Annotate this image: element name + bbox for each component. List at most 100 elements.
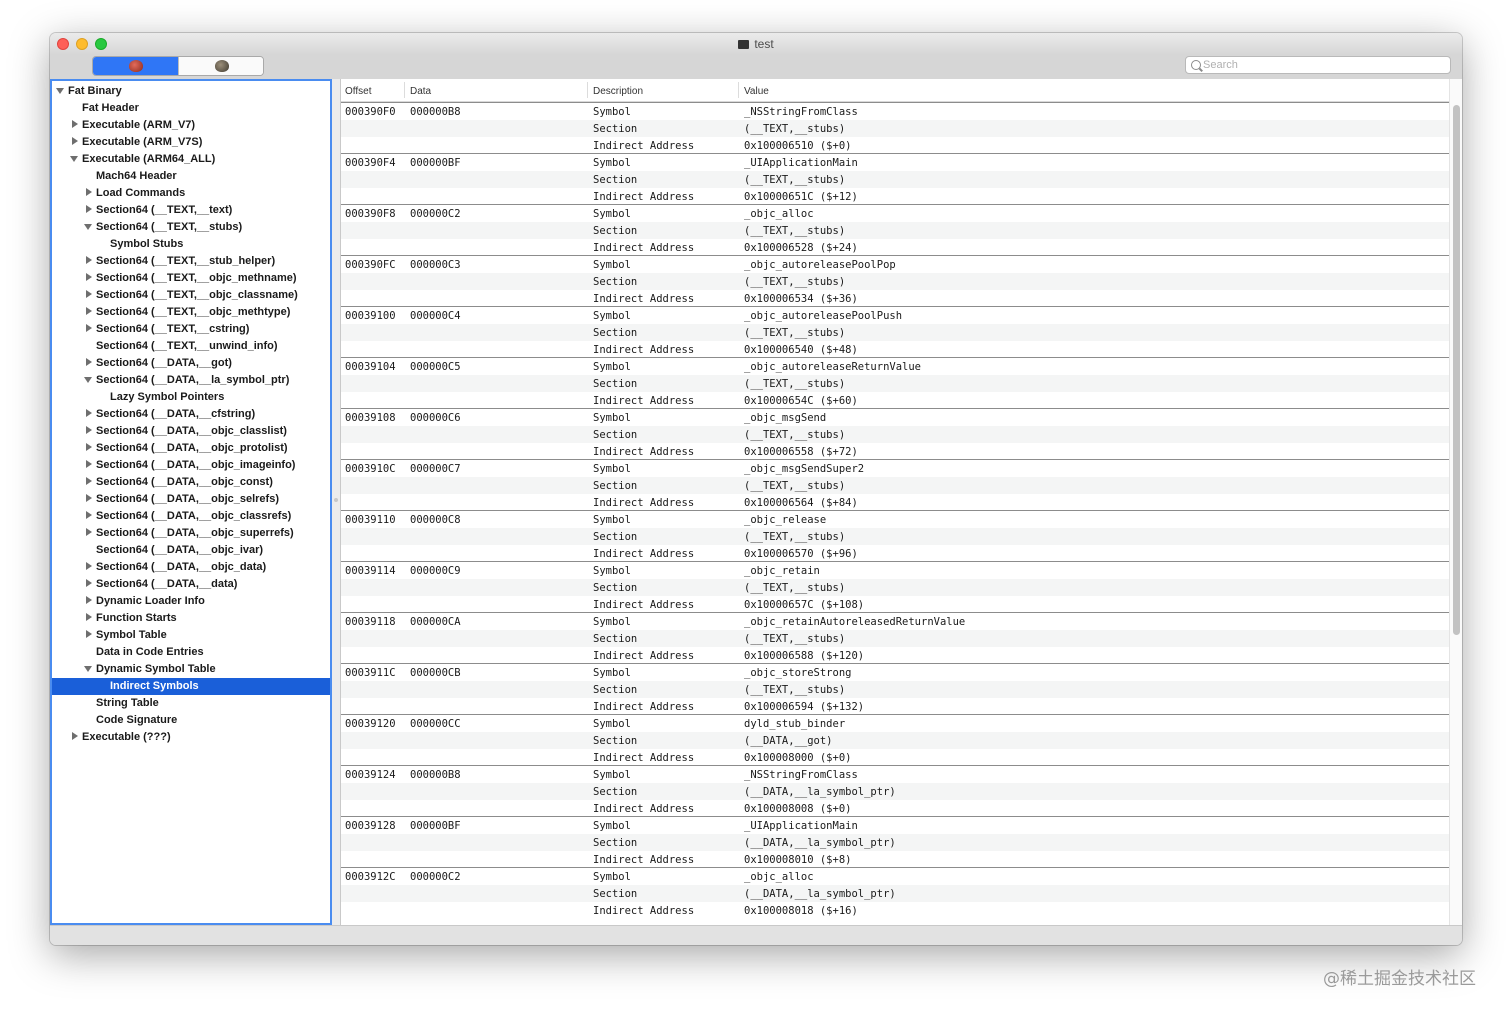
disclosure-closed-icon[interactable] bbox=[86, 324, 92, 332]
table-row[interactable]: Indirect Address 0x100006558 ($+72) bbox=[341, 443, 1449, 460]
disclosure-closed-icon[interactable] bbox=[86, 579, 92, 587]
table-row[interactable]: Indirect Address 0x10000651C ($+12) bbox=[341, 188, 1449, 205]
disclosure-open-icon[interactable] bbox=[84, 666, 92, 672]
disclosure-closed-icon[interactable] bbox=[86, 511, 92, 519]
tree-item[interactable]: Section64 (__DATA,__objc_data) bbox=[52, 559, 330, 576]
scrollbar-thumb[interactable] bbox=[1453, 105, 1460, 635]
disclosure-closed-icon[interactable] bbox=[86, 596, 92, 604]
tree-item[interactable]: Section64 (__TEXT,__text) bbox=[52, 202, 330, 219]
table-row[interactable]: 0003911C 000000CB Symbol _objc_storeStrong bbox=[341, 664, 1449, 681]
disclosure-closed-icon[interactable] bbox=[72, 120, 78, 128]
tree-item[interactable]: Lazy Symbol Pointers bbox=[52, 389, 330, 406]
disclosure-closed-icon[interactable] bbox=[86, 426, 92, 434]
table-row-group[interactable]: 00039128 000000BF Symbol _UIApplicationMain… bbox=[341, 816, 1449, 867]
detail-table[interactable]: Offset Data Description Value 000390F0 00… bbox=[340, 79, 1450, 925]
table-row[interactable]: 000390F4 000000BF Symbol _UIApplicationMain bbox=[341, 154, 1449, 171]
disclosure-closed-icon[interactable] bbox=[86, 358, 92, 366]
table-row-group[interactable]: 00039114 000000C9 Symbol _objc_retain Sectio… bbox=[341, 561, 1449, 612]
table-row[interactable]: Indirect Address 0x10000657C ($+108) bbox=[341, 596, 1449, 613]
tree-item[interactable]: Section64 (__TEXT,__objc_methname) bbox=[52, 270, 330, 287]
tree-item[interactable]: Section64 (__DATA,__cfstring) bbox=[52, 406, 330, 423]
disclosure-open-icon[interactable] bbox=[84, 377, 92, 383]
segment-rva[interactable] bbox=[178, 57, 263, 75]
disclosure-closed-icon[interactable] bbox=[72, 732, 78, 740]
tree-item[interactable]: String Table bbox=[52, 695, 330, 712]
table-row[interactable]: 00039124 000000B8 Symbol _NSStringFromClass bbox=[341, 766, 1449, 783]
table-row-group[interactable]: 0003910C 000000C7 Symbol _objc_msgSendSuper… bbox=[341, 459, 1449, 510]
table-row[interactable]: Section (__TEXT,__stubs) bbox=[341, 273, 1449, 290]
tree-item[interactable]: Section64 (__DATA,__objc_superrefs) bbox=[52, 525, 330, 542]
tree-item[interactable]: Data in Code Entries bbox=[52, 644, 330, 661]
disclosure-open-icon[interactable] bbox=[70, 156, 78, 162]
table-row-group[interactable]: 00039124 000000B8 Symbol _NSStringFromClass… bbox=[341, 765, 1449, 816]
table-row[interactable]: Section (__DATA,__la_symbol_ptr) bbox=[341, 885, 1449, 902]
tree-item[interactable]: Executable (ARM64_ALL) bbox=[52, 151, 330, 168]
tree-item[interactable]: Section64 (__TEXT,__stubs) bbox=[52, 219, 330, 236]
table-row[interactable]: Section (__TEXT,__stubs) bbox=[341, 222, 1449, 239]
table-row-group[interactable]: 00039104 000000C5 Symbol _objc_autoreleaseR… bbox=[341, 357, 1449, 408]
table-row[interactable]: Indirect Address 0x100008000 ($+0) bbox=[341, 749, 1449, 766]
tree-item[interactable]: Section64 (__TEXT,__unwind_info) bbox=[52, 338, 330, 355]
table-row[interactable]: 000390F0 000000B8 Symbol _NSStringFromClass bbox=[341, 103, 1449, 120]
search-field[interactable] bbox=[1185, 56, 1451, 74]
table-row[interactable]: Indirect Address 0x100006540 ($+48) bbox=[341, 341, 1449, 358]
table-row-group[interactable]: 00039118 000000CA Symbol _objc_retainAutore… bbox=[341, 612, 1449, 663]
tree-item[interactable]: Section64 (__TEXT,__objc_classname) bbox=[52, 287, 330, 304]
tree-item[interactable]: Section64 (__DATA,__objc_selrefs) bbox=[52, 491, 330, 508]
table-row[interactable]: Section (__TEXT,__stubs) bbox=[341, 681, 1449, 698]
disclosure-closed-icon[interactable] bbox=[86, 477, 92, 485]
disclosure-closed-icon[interactable] bbox=[86, 256, 92, 264]
outline-sidebar[interactable]: Fat Binary Fat Header Executable (ARM_V7) E… bbox=[50, 79, 332, 925]
search-input[interactable] bbox=[1203, 57, 1443, 73]
column-separator[interactable] bbox=[404, 82, 405, 98]
segment-raw[interactable] bbox=[93, 57, 178, 75]
table-row[interactable]: 000390FC 000000C3 Symbol _objc_autoreleaseP… bbox=[341, 256, 1449, 273]
disclosure-closed-icon[interactable] bbox=[86, 613, 92, 621]
disclosure-closed-icon[interactable] bbox=[86, 443, 92, 451]
table-row[interactable]: Indirect Address 0x100006528 ($+24) bbox=[341, 239, 1449, 256]
table-row-group[interactable]: 000390F4 000000BF Symbol _UIApplicationMain… bbox=[341, 153, 1449, 204]
table-row[interactable]: Indirect Address 0x100008010 ($+8) bbox=[341, 851, 1449, 868]
table-row[interactable]: Section (__TEXT,__stubs) bbox=[341, 630, 1449, 647]
table-row[interactable]: Section (__TEXT,__stubs) bbox=[341, 579, 1449, 596]
tree-item[interactable]: Section64 (__DATA,__objc_ivar) bbox=[52, 542, 330, 559]
table-row[interactable]: 00039110 000000C8 Symbol _objc_release bbox=[341, 511, 1449, 528]
tree-item[interactable]: Function Starts bbox=[52, 610, 330, 627]
tree-item[interactable]: Section64 (__TEXT,__stub_helper) bbox=[52, 253, 330, 270]
disclosure-closed-icon[interactable] bbox=[86, 290, 92, 298]
split-view-divider[interactable] bbox=[332, 79, 340, 925]
tree-item[interactable]: Section64 (__TEXT,__objc_methtype) bbox=[52, 304, 330, 321]
tree-item[interactable]: Section64 (__DATA,__objc_classlist) bbox=[52, 423, 330, 440]
tree-item[interactable]: Indirect Symbols bbox=[52, 678, 330, 695]
disclosure-closed-icon[interactable] bbox=[86, 528, 92, 536]
table-row[interactable]: 000390F8 000000C2 Symbol _objc_alloc bbox=[341, 205, 1449, 222]
tree-item[interactable]: Section64 (__DATA,__objc_const) bbox=[52, 474, 330, 491]
tree-item[interactable]: Symbol Stubs bbox=[52, 236, 330, 253]
table-row[interactable]: 00039128 000000BF Symbol _UIApplicationMain bbox=[341, 817, 1449, 834]
table-row-group[interactable]: 000390F0 000000B8 Symbol _NSStringFromClass… bbox=[341, 102, 1449, 153]
tree-item[interactable]: Executable (ARM_V7S) bbox=[52, 134, 330, 151]
column-header-value[interactable]: Value bbox=[744, 86, 769, 97]
disclosure-open-icon[interactable] bbox=[56, 88, 64, 94]
tree-item[interactable]: Executable (ARM_V7) bbox=[52, 117, 330, 134]
table-row-group[interactable]: 00039120 000000CC Symbol dyld_stub_binder Se… bbox=[341, 714, 1449, 765]
table-row[interactable]: Section (__DATA,__got) bbox=[341, 732, 1449, 749]
table-row[interactable]: Indirect Address 0x100006564 ($+84) bbox=[341, 494, 1449, 511]
column-header-description[interactable]: Description bbox=[593, 86, 643, 97]
disclosure-closed-icon[interactable] bbox=[86, 205, 92, 213]
table-row-group[interactable]: 000390F8 000000C2 Symbol _objc_alloc Section… bbox=[341, 204, 1449, 255]
disclosure-closed-icon[interactable] bbox=[86, 188, 92, 196]
tree-item[interactable]: Dynamic Symbol Table bbox=[52, 661, 330, 678]
table-row-group[interactable]: 00039100 000000C4 Symbol _objc_autoreleaseP… bbox=[341, 306, 1449, 357]
column-separator[interactable] bbox=[587, 82, 588, 98]
table-row[interactable]: Section (__DATA,__la_symbol_ptr) bbox=[341, 834, 1449, 851]
tree-item[interactable]: Fat Header bbox=[52, 100, 330, 117]
column-separator[interactable] bbox=[738, 82, 739, 98]
disclosure-closed-icon[interactable] bbox=[86, 409, 92, 417]
table-row[interactable]: Indirect Address 0x100006510 ($+0) bbox=[341, 137, 1449, 154]
view-mode-segmented-control[interactable] bbox=[92, 56, 264, 76]
table-row[interactable]: Section (__TEXT,__stubs) bbox=[341, 120, 1449, 137]
disclosure-closed-icon[interactable] bbox=[86, 562, 92, 570]
disclosure-closed-icon[interactable] bbox=[86, 460, 92, 468]
table-row[interactable]: 00039108 000000C6 Symbol _objc_msgSend bbox=[341, 409, 1449, 426]
